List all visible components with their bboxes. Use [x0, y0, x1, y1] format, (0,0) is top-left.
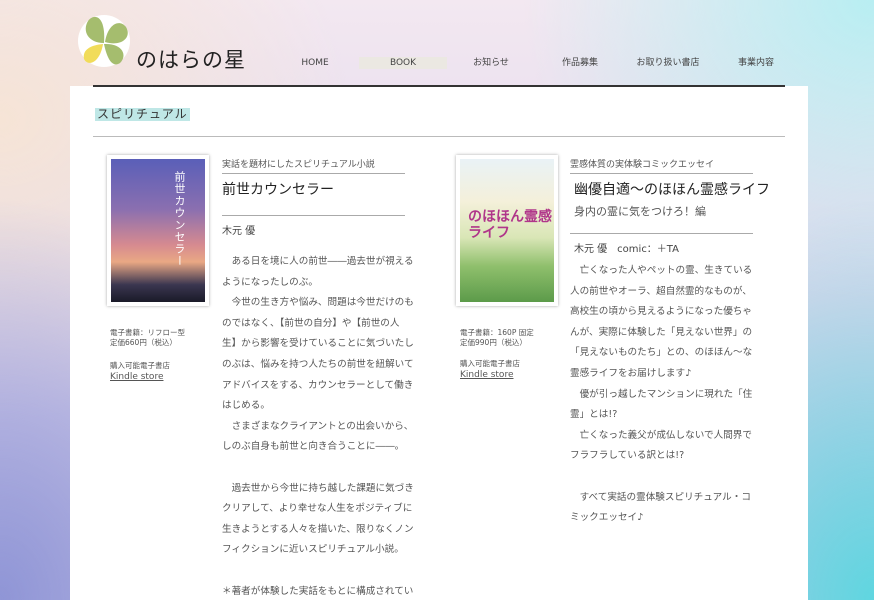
description-line: 優が引っ越したマンションに現れた「住: [570, 388, 753, 400]
nav-book[interactable]: BOOK: [359, 57, 447, 69]
book-author: 木元 優 comic：＋TA: [574, 244, 679, 255]
description-line: ようになったしのぶ。: [222, 276, 318, 288]
description-line: 亡くなった人やペットの霊、生きている: [570, 265, 753, 276]
book-cover-2[interactable]: のほほん霊感ライフ: [456, 155, 558, 306]
description-line: ミックエッセイ♪: [570, 512, 644, 524]
site-title[interactable]: のはらの星: [136, 44, 246, 74]
nav-submissions[interactable]: 作品募集: [536, 57, 624, 69]
kindle-store-link[interactable]: Kindle store: [460, 370, 513, 380]
divider: [570, 233, 753, 234]
book-tagline: 実話を題材にしたスピリチュアル小説: [222, 160, 375, 170]
description-line: ある日を境に人の前世――過去世が視える: [222, 256, 414, 267]
book-price: 定価990円（税込）: [460, 338, 527, 347]
description-line: さまざまなクライアントとの出会いから、: [222, 420, 414, 432]
nav-bookstores[interactable]: お取り扱い書店: [624, 57, 712, 69]
description-line: クリアして、より幸せな人生をポジティブに: [222, 503, 413, 515]
nav-news[interactable]: お知らせ: [447, 57, 535, 69]
description-line: 霊感ライフをお届けします♪: [570, 367, 692, 379]
description-line: ＊著者が体験した実話をもとに構成されてい: [222, 585, 414, 597]
description-line: 人の前世やオーラ、超自然霊的なものが、: [570, 285, 752, 297]
book-format: 電子書籍：160P 固定: [460, 328, 534, 337]
description-line: のぶは、悩みを持つ人たちの前世を紐解いて: [222, 358, 414, 370]
description-line: はじめる。: [222, 400, 270, 412]
description-line: 「見えないものたち」との、のほほん～な: [570, 347, 753, 359]
description-line: 高校生の頃から見えるようになった優ちゃ: [570, 306, 752, 318]
nav-business[interactable]: 事業内容: [712, 57, 800, 69]
description-line: 生きようとする人々を描いた、限りなくノン: [222, 523, 414, 535]
book-format: 電子書籍：リフロー型: [110, 328, 185, 337]
description-line: [222, 458, 414, 479]
cover-title: 前世カウンセラー: [173, 171, 186, 267]
cover-title: のほほん霊感ライフ: [468, 209, 552, 241]
description-line: 今世の生き方や悩み、問題は今世だけのも: [222, 297, 414, 309]
description-line: 亡くなった義父が成仏しないで人間界で: [570, 429, 752, 441]
clover-logo-icon[interactable]: [78, 13, 130, 69]
book-subtitle: 身内の霊に気をつけろ！編: [574, 205, 706, 218]
divider: [222, 173, 405, 174]
category-heading: スピリチュアル: [95, 107, 190, 121]
book-description: ある日を境に人の前世――過去世が視える ようになったしのぶ。 今世の生き方や悩み、…: [222, 252, 414, 600]
description-line: フラフラしている訳とは!?: [570, 450, 685, 462]
category-divider: [93, 136, 785, 137]
description-line: のではなく、【前世の自分】や【前世の人: [222, 317, 400, 329]
description-line: んが、実際に体験した「見えない世界」の: [570, 326, 753, 338]
description-line: [222, 561, 414, 582]
kindle-store-link[interactable]: Kindle store: [110, 372, 163, 382]
book-price: 定価660円（税込）: [110, 338, 177, 347]
description-line: 霊」とは!?: [570, 409, 618, 421]
book-title: 幽優自適～のほほん霊感ライフ: [574, 182, 770, 198]
book-cover-1[interactable]: 前世カウンセラー: [107, 155, 209, 306]
description-line: 過去世から今世に持ち越した課題に気づき: [222, 482, 414, 494]
description-line: すべて実話の霊体験スピリチュアル・コ: [570, 491, 751, 503]
book-description: 亡くなった人やペットの霊、生きている 人の前世やオーラ、超自然霊的なものが、 高校生…: [570, 261, 752, 529]
divider: [222, 215, 405, 216]
book-title: 前世カウンセラー: [222, 182, 334, 198]
header-divider: [93, 85, 785, 87]
divider: [570, 173, 753, 174]
description-line: 生】から影響を受けていることに気づいたし: [222, 338, 414, 350]
description-line: フィクションに近いスピリチュアル小説。: [222, 544, 404, 556]
book-tagline: 霊感体質の実体験コミックエッセイ: [570, 160, 715, 170]
stores-label: 購入可能電子書店: [110, 361, 170, 370]
description-line: [570, 467, 752, 488]
nav-home[interactable]: HOME: [271, 57, 359, 69]
description-line: アドバイスをする、カウンセラーとして働き: [222, 379, 414, 391]
book-author: 木元 優: [222, 226, 256, 237]
description-line: しのぶ自身も前世と向き合うことに――。: [222, 441, 405, 453]
stores-label: 購入可能電子書店: [460, 359, 520, 368]
